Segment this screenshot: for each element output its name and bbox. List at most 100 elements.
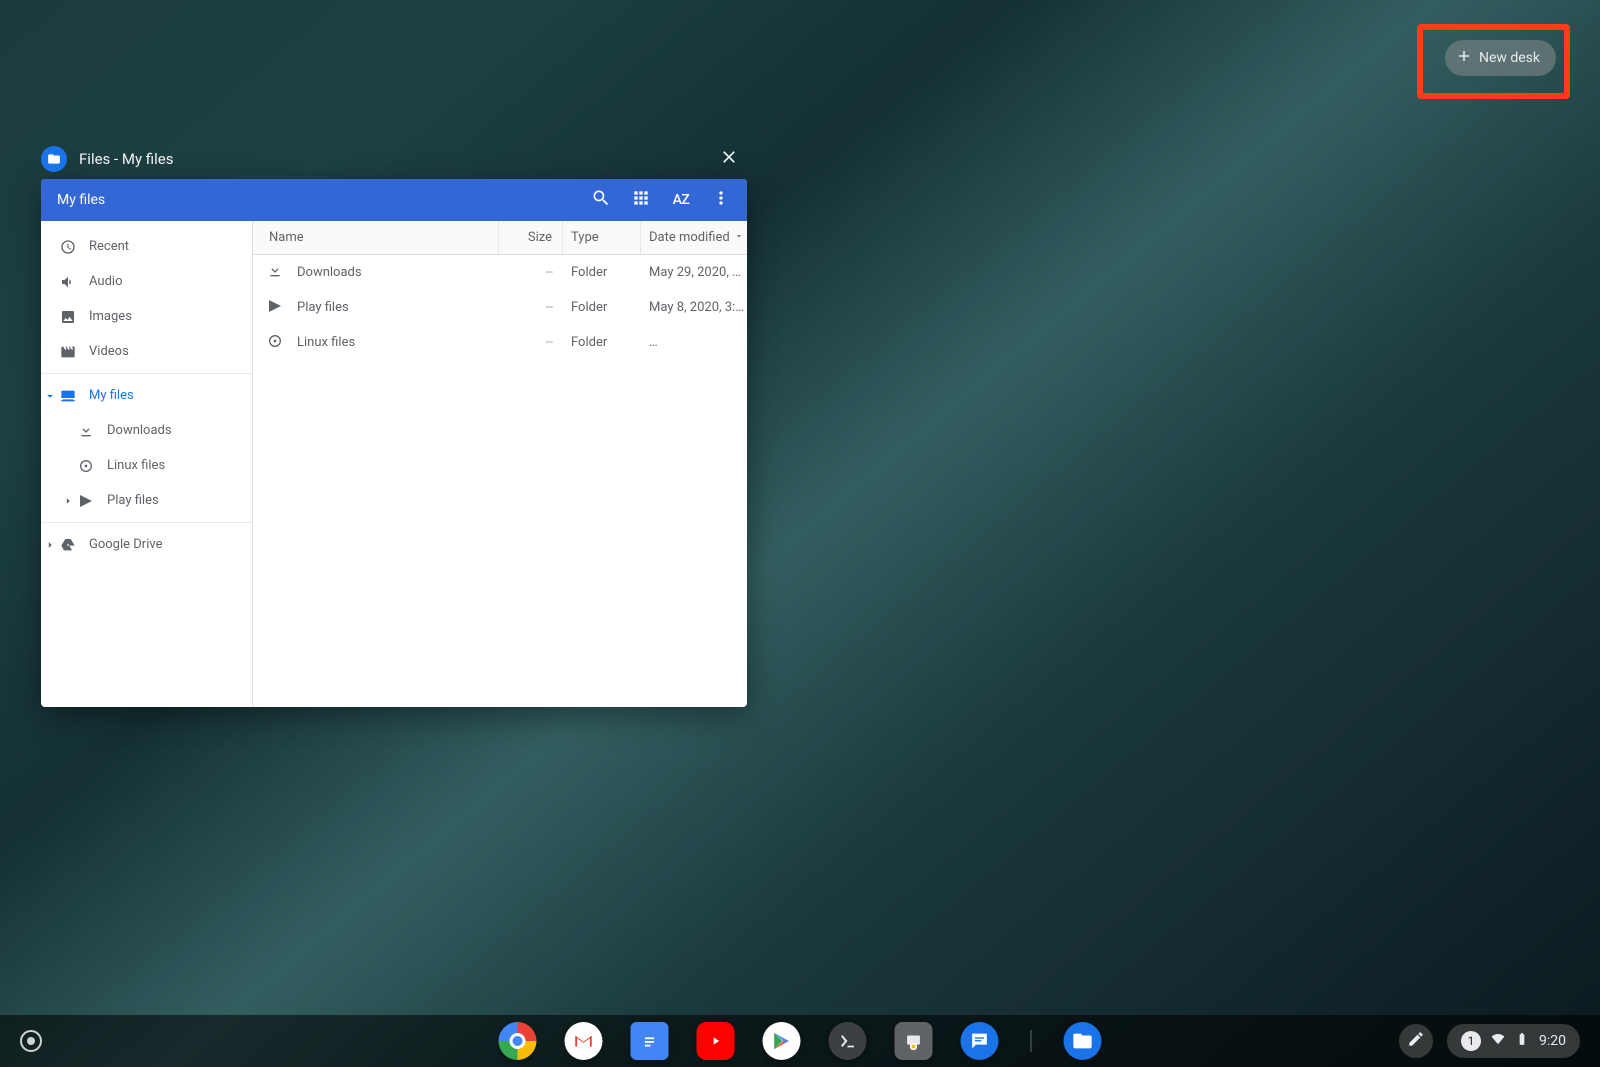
- column-label: Date modified: [649, 230, 730, 245]
- grid-view-icon: [631, 188, 651, 212]
- laptop-icon: [59, 387, 77, 405]
- sidebar-item-label: Audio: [89, 274, 122, 289]
- download-icon: [267, 263, 283, 283]
- file-row[interactable]: Play files --FolderMay 8, 2020, 3:1…: [253, 290, 747, 325]
- sidebar-item-label: Linux files: [107, 458, 165, 473]
- sidebar-item-label: My files: [89, 388, 134, 403]
- linux-icon: [77, 457, 95, 475]
- gmail-app-icon[interactable]: [565, 1022, 603, 1060]
- search-button[interactable]: [581, 180, 621, 220]
- column-headers: Name Size Type Date modified: [253, 221, 747, 255]
- shelf-status-area: 1 9:20: [1399, 1024, 1580, 1058]
- file-size: --: [499, 300, 563, 315]
- new-desk-label: New desk: [1479, 50, 1540, 66]
- audio-icon: [59, 273, 77, 291]
- chevron-right-icon: [61, 494, 75, 508]
- sidebar-item-my-files[interactable]: My files: [41, 378, 252, 413]
- file-size: --: [499, 265, 563, 280]
- window-header: Files - My files: [41, 139, 747, 179]
- column-label: Size: [528, 230, 552, 245]
- sidebar-item-audio[interactable]: Audio: [41, 264, 252, 299]
- stylus-tools-button[interactable]: [1399, 1024, 1433, 1058]
- search-icon: [591, 188, 611, 212]
- file-type: Folder: [563, 335, 641, 350]
- file-name: Play files: [297, 300, 349, 315]
- sidebar-item-label: Google Drive: [89, 537, 162, 552]
- view-toggle-button[interactable]: [621, 180, 661, 220]
- file-date: May 29, 2020, 2:…: [641, 265, 747, 280]
- sort-az-icon: AZ: [673, 192, 690, 208]
- column-header-type[interactable]: Type: [563, 221, 641, 254]
- sort-button[interactable]: AZ: [661, 180, 701, 220]
- sidebar-divider: [41, 373, 252, 374]
- image-icon: [59, 308, 77, 326]
- sidebar-item-downloads[interactable]: Downloads: [41, 413, 252, 448]
- sidebar-item-videos[interactable]: Videos: [41, 334, 252, 369]
- notification-count-badge: 1: [1461, 1031, 1481, 1051]
- youtube-app-icon[interactable]: [697, 1022, 735, 1060]
- column-label: Name: [269, 230, 304, 245]
- sidebar-item-label: Videos: [89, 344, 129, 359]
- sort-desc-icon: [734, 230, 744, 245]
- wifi-icon: [1491, 1032, 1505, 1050]
- sidebar-item-play-files[interactable]: Play files: [41, 483, 252, 518]
- messages-app-icon[interactable]: [961, 1022, 999, 1060]
- play-store-icon: [77, 492, 95, 510]
- file-name: Linux files: [297, 335, 355, 350]
- window-title: Files - My files: [79, 150, 173, 168]
- file-row[interactable]: Downloads --FolderMay 29, 2020, 2:…: [253, 255, 747, 290]
- drive-icon: [59, 536, 77, 554]
- sidebar-item-label: Recent: [89, 239, 129, 254]
- column-header-size[interactable]: Size: [499, 221, 563, 254]
- clock-label: 9:20: [1539, 1033, 1566, 1049]
- download-icon: [77, 422, 95, 440]
- files-content: Name Size Type Date modified Downloads --…: [253, 221, 747, 707]
- clock-icon: [59, 238, 77, 256]
- launcher-button[interactable]: [20, 1030, 42, 1052]
- file-size: --: [499, 335, 563, 350]
- column-label: Type: [571, 230, 599, 245]
- shelf: 1 9:20: [0, 1015, 1600, 1067]
- close-icon: [719, 147, 739, 171]
- file-row[interactable]: Linux files --Folder…: [253, 325, 747, 360]
- sidebar-item-label: Images: [89, 309, 132, 324]
- more-vert-icon: [711, 188, 731, 212]
- terminal-app-icon[interactable]: [829, 1022, 867, 1060]
- docs-app-icon[interactable]: [631, 1022, 669, 1060]
- plus-icon: [1455, 47, 1473, 69]
- files-sidebar: Recent Audio Images Videos: [41, 221, 253, 707]
- window-close-button[interactable]: [711, 141, 747, 177]
- play-icon: [267, 298, 283, 318]
- files-app-icon: [41, 146, 67, 172]
- sidebar-divider: [41, 522, 252, 523]
- file-date: …: [641, 335, 747, 350]
- sidebar-item-label: Play files: [107, 493, 159, 508]
- status-tray[interactable]: 1 9:20: [1447, 1024, 1580, 1058]
- chrome-app-icon[interactable]: [499, 1022, 537, 1060]
- column-header-date[interactable]: Date modified: [641, 221, 747, 254]
- file-rows: Downloads--FolderMay 29, 2020, 2:…Play f…: [253, 255, 747, 707]
- sidebar-item-linux-files[interactable]: Linux files: [41, 448, 252, 483]
- files-app: My files AZ: [41, 179, 747, 707]
- more-options-button[interactable]: [701, 180, 741, 220]
- files-toolbar: My files AZ: [41, 179, 747, 221]
- sidebar-item-recent[interactable]: Recent: [41, 229, 252, 264]
- files-shelf-icon[interactable]: [1064, 1022, 1102, 1060]
- video-icon: [59, 343, 77, 361]
- shelf-separator: [1031, 1030, 1032, 1052]
- breadcrumb[interactable]: My files: [57, 192, 105, 208]
- file-type: Folder: [563, 265, 641, 280]
- files-window-preview[interactable]: Files - My files My files AZ: [41, 139, 747, 707]
- file-type: Folder: [563, 300, 641, 315]
- file-date: May 8, 2020, 3:1…: [641, 300, 747, 315]
- pencil-icon: [1407, 1030, 1425, 1052]
- file-name: Downloads: [297, 265, 362, 280]
- chrome-canary-app-icon[interactable]: [895, 1022, 933, 1060]
- sidebar-item-google-drive[interactable]: Google Drive: [41, 527, 252, 562]
- sidebar-item-images[interactable]: Images: [41, 299, 252, 334]
- new-desk-button[interactable]: New desk: [1445, 40, 1556, 76]
- chevron-right-icon: [43, 538, 57, 552]
- play-store-app-icon[interactable]: [763, 1022, 801, 1060]
- column-header-name[interactable]: Name: [253, 221, 499, 254]
- shelf-apps: [499, 1022, 1102, 1060]
